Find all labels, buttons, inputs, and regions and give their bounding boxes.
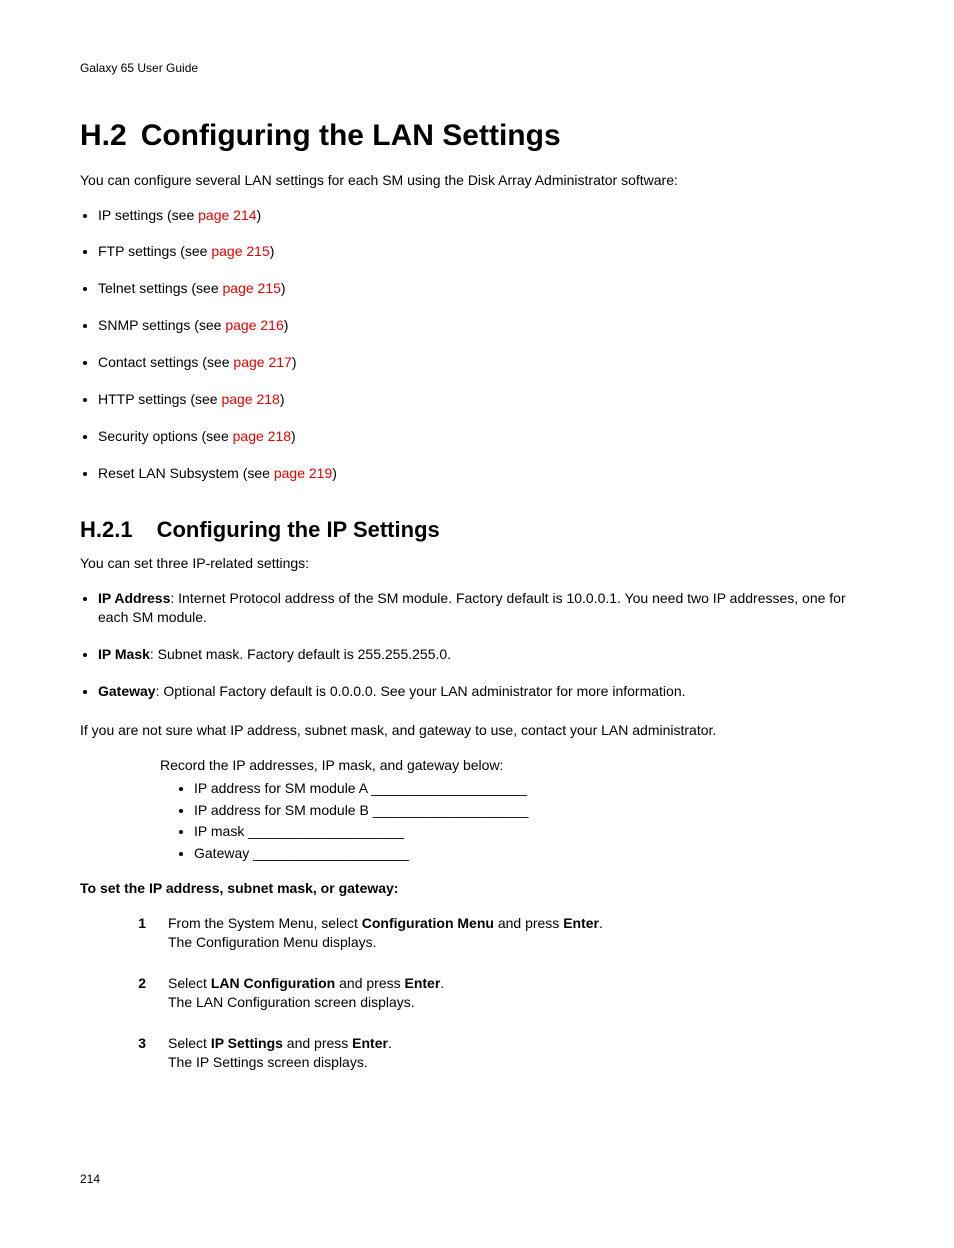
settings-list-item: HTTP settings (see page 218) (98, 390, 874, 409)
section-heading: H.2 Configuring the LAN Settings (80, 116, 874, 157)
subintro-paragraph: You can set three IP-related settings: (80, 554, 874, 573)
record-list-item: IP address for SM module B _____________… (194, 801, 874, 820)
settings-list-item: Security options (see page 218) (98, 427, 874, 446)
record-intro: Record the IP addresses, IP mask, and ga… (160, 756, 874, 775)
step: 1 From the System Menu, select Configurat… (130, 914, 874, 952)
page-number: 214 (80, 1171, 874, 1187)
settings-list-item: Telnet settings (see page 215) (98, 279, 874, 298)
section-number: H.2 (80, 116, 127, 157)
settings-list-item: Reset LAN Subsystem (see page 219) (98, 464, 874, 483)
step-number: 3 (130, 1034, 146, 1072)
subsection-title: Configuring the IP Settings (157, 515, 440, 545)
step-number: 1 (130, 914, 146, 952)
step-number: 2 (130, 974, 146, 1012)
ip-list-item: IP Mask: Subnet mask. Factory default is… (98, 645, 874, 664)
settings-list-item: SNMP settings (see page 216) (98, 316, 874, 335)
section-title: Configuring the LAN Settings (141, 116, 561, 157)
subsection-number: H.2.1 (80, 515, 133, 545)
settings-list-item: FTP settings (see page 215) (98, 242, 874, 261)
running-header: Galaxy 65 User Guide (80, 60, 874, 76)
intro-paragraph: You can configure several LAN settings f… (80, 171, 874, 190)
record-list-item: IP mask ____________________ (194, 822, 874, 841)
record-list: IP address for SM module A _____________… (176, 779, 874, 864)
ip-settings-list: IP Address: Internet Protocol address of… (80, 589, 874, 701)
record-list-item: IP address for SM module A _____________… (194, 779, 874, 798)
page-xref[interactable]: page 216 (225, 317, 283, 333)
page-xref[interactable]: page 219 (274, 465, 332, 481)
procedure-steps: 1 From the System Menu, select Configurat… (80, 914, 874, 1071)
step: 2 Select LAN Configuration and press Ente… (130, 974, 874, 1012)
settings-list: IP settings (see page 214) FTP settings (… (80, 206, 874, 483)
step: 3 Select IP Settings and press Enter.The … (130, 1034, 874, 1072)
settings-list-item: IP settings (see page 214) (98, 206, 874, 225)
step-body: Select IP Settings and press Enter.The I… (168, 1034, 874, 1072)
record-list-item: Gateway ____________________ (194, 844, 874, 863)
subsection-heading: H.2.1 Configuring the IP Settings (80, 515, 874, 545)
page-xref[interactable]: page 214 (198, 207, 256, 223)
note-paragraph: If you are not sure what IP address, sub… (80, 721, 874, 740)
ip-list-item: Gateway: Optional Factory default is 0.0… (98, 682, 874, 701)
procedure-heading: To set the IP address, subnet mask, or g… (80, 879, 874, 898)
page-xref[interactable]: page 218 (233, 428, 291, 444)
record-block: Record the IP addresses, IP mask, and ga… (160, 756, 874, 863)
ip-list-item: IP Address: Internet Protocol address of… (98, 589, 874, 627)
page-xref[interactable]: page 215 (223, 280, 281, 296)
page-xref[interactable]: page 217 (233, 354, 291, 370)
page-xref[interactable]: page 215 (211, 243, 269, 259)
step-body: From the System Menu, select Configurati… (168, 914, 874, 952)
page-xref[interactable]: page 218 (221, 391, 279, 407)
step-body: Select LAN Configuration and press Enter… (168, 974, 874, 1012)
settings-list-item: Contact settings (see page 217) (98, 353, 874, 372)
